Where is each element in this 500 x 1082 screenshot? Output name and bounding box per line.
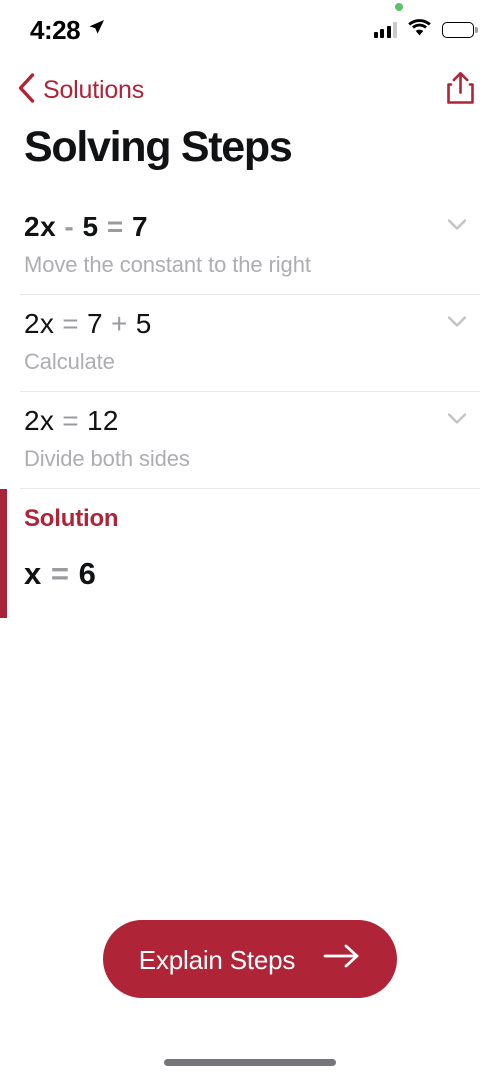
step-description: Divide both sides [24,446,190,471]
step-header: 2x = 7 + 5 [24,305,476,341]
cellular-signal-icon [373,22,397,38]
chevron-left-icon [16,72,36,109]
status-time: 4:28 [30,15,81,45]
step-equation: 2x - 5 = 7 [24,210,149,242]
wifi-icon [408,19,431,41]
page-title: Solving Steps [24,123,293,171]
cta-container: Explain Steps [0,920,500,998]
status-bar-left: 4:28 [30,15,106,43]
step-row[interactable]: 2x - 5 = 7 Move the constant to the righ… [0,198,500,294]
chevron-down-icon[interactable] [442,306,472,341]
arrow-right-icon [323,942,361,977]
location-arrow-icon [86,17,106,42]
explain-steps-button[interactable]: Explain Steps [102,920,398,998]
step-header: 2x - 5 = 7 [24,208,476,244]
back-button[interactable]: Solutions [10,68,150,113]
steps-list: 2x - 5 = 7 Move the constant to the righ… [0,198,500,618]
step-row[interactable]: 2x = 12 Divide both sides [0,392,500,488]
explain-steps-label: Explain Steps [138,945,296,975]
share-icon [446,71,475,110]
solution-label: Solution [24,505,119,532]
status-bar: 4:28 [0,0,500,58]
green-dot-icon [394,3,403,11]
share-button[interactable] [443,68,478,113]
solution-block: Solution x = 6 [0,489,500,618]
home-indicator[interactable] [164,1059,336,1066]
solution-accent-bar [0,489,7,618]
step-equation: 2x = 7 + 5 [24,307,152,339]
step-row[interactable]: 2x = 7 + 5 Calculate [0,295,500,391]
battery-icon [442,22,474,38]
chevron-down-icon[interactable] [442,403,472,438]
nav-bar: Solutions [0,62,500,118]
solution-equation: x = 6 [24,556,97,591]
step-description: Move the constant to the right [24,252,311,277]
chevron-down-icon[interactable] [442,209,472,244]
step-equation: 2x = 12 [24,404,119,436]
step-header: 2x = 12 [24,402,476,438]
app-screen: 4:28 Solutions Solving Steps 2x - 5 = 7 … [0,0,500,1082]
status-bar-right [373,3,474,41]
back-button-label: Solutions [43,75,145,104]
step-description: Calculate [24,349,115,374]
